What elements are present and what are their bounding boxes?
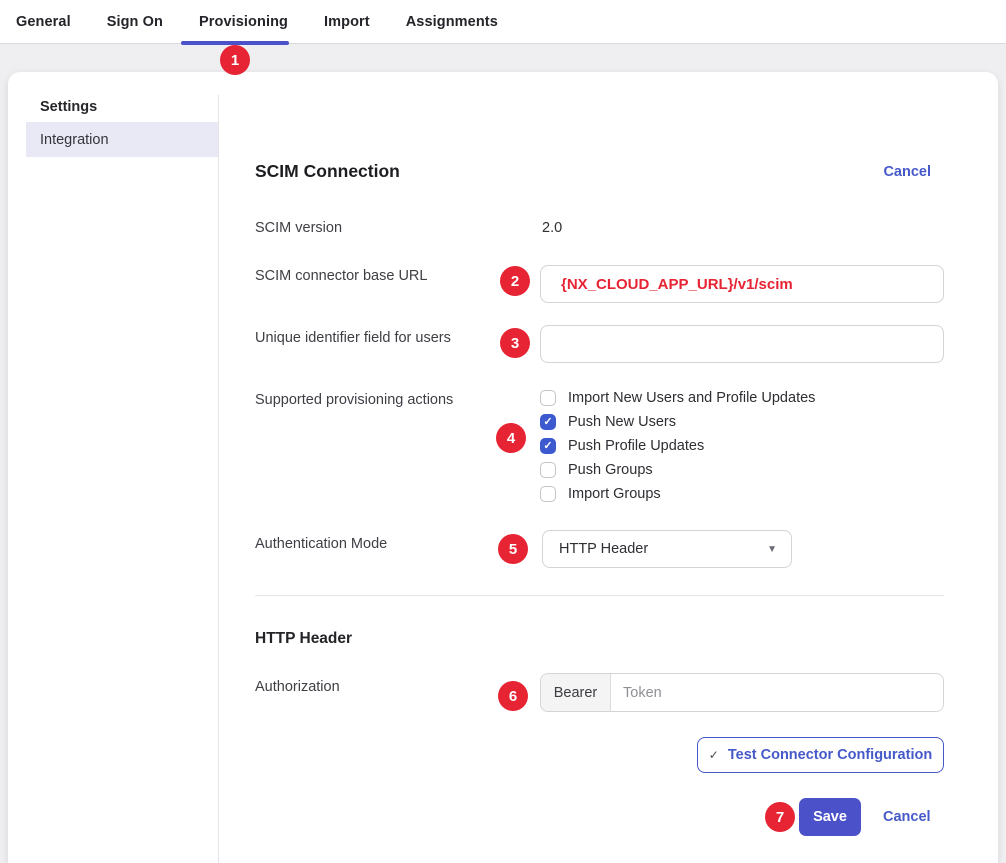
checkbox-push-profile-updates[interactable] — [540, 438, 556, 454]
cancel-link-top[interactable]: Cancel — [883, 164, 931, 180]
auth-mode-selected-value: HTTP Header — [559, 541, 648, 557]
sidebar-item-integration[interactable]: Integration — [26, 122, 218, 157]
token-input[interactable] — [611, 674, 943, 711]
tab-assignments[interactable]: Assignments — [406, 14, 498, 30]
cancel-link-bottom[interactable]: Cancel — [883, 809, 931, 825]
provisioning-panel: Settings Integration SCIM Connection Can… — [8, 72, 998, 863]
annotation-badge-6: 6 — [498, 681, 528, 711]
annotation-badge-7: 7 — [765, 802, 795, 832]
checkbox-row-push-groups[interactable]: Push Groups — [540, 462, 815, 478]
checkbox-label: Push Profile Updates — [568, 438, 704, 454]
checkbox-label: Push New Users — [568, 414, 676, 430]
sidebar-divider — [218, 95, 219, 863]
checkbox-row-push-profile-updates[interactable]: Push Profile Updates — [540, 438, 815, 454]
checkbox-import-new-users[interactable] — [540, 390, 556, 406]
annotation-badge-2: 2 — [500, 266, 530, 296]
section-divider — [255, 595, 944, 596]
provisioning-actions-group: Import New Users and Profile Updates Pus… — [540, 390, 815, 502]
checkbox-label: Push Groups — [568, 462, 653, 478]
checkbox-row-import-groups[interactable]: Import Groups — [540, 486, 815, 502]
page-title: SCIM Connection — [255, 161, 400, 182]
scim-version-value: 2.0 — [542, 220, 562, 236]
tab-sign-on[interactable]: Sign On — [107, 14, 163, 30]
checkbox-push-new-users[interactable] — [540, 414, 556, 430]
sidebar-section-settings: Settings — [40, 99, 97, 115]
annotation-badge-4: 4 — [496, 423, 526, 453]
test-connector-configuration-button[interactable]: ✓ Test Connector Configuration — [697, 737, 944, 773]
authorization-label: Authorization — [255, 679, 340, 695]
annotation-badge-1: 1 — [220, 45, 250, 75]
checkbox-push-groups[interactable] — [540, 462, 556, 478]
base-url-input[interactable] — [540, 265, 944, 303]
bearer-prefix: Bearer — [541, 674, 611, 711]
save-button[interactable]: Save — [799, 798, 861, 836]
tab-provisioning[interactable]: Provisioning — [199, 14, 288, 30]
http-header-section-title: HTTP Header — [255, 630, 352, 648]
actions-label: Supported provisioning actions — [255, 392, 453, 408]
checkbox-row-import-new-users[interactable]: Import New Users and Profile Updates — [540, 390, 815, 406]
base-url-label: SCIM connector base URL — [255, 268, 427, 284]
scim-version-label: SCIM version — [255, 220, 342, 236]
test-connector-button-label: Test Connector Configuration — [728, 747, 932, 763]
checkbox-label: Import New Users and Profile Updates — [568, 390, 815, 406]
authorization-input-group: Bearer — [540, 673, 944, 712]
unique-id-input[interactable] — [540, 325, 944, 363]
tab-import[interactable]: Import — [324, 14, 370, 30]
chevron-down-icon: ▼ — [767, 544, 777, 555]
tab-general[interactable]: General — [16, 14, 71, 30]
annotation-badge-3: 3 — [500, 328, 530, 358]
annotation-badge-5: 5 — [498, 534, 528, 564]
sidebar-item-label: Integration — [40, 132, 109, 148]
checkbox-import-groups[interactable] — [540, 486, 556, 502]
auth-mode-select[interactable]: HTTP Header ▼ — [542, 530, 792, 568]
check-icon: ✓ — [709, 748, 719, 762]
checkbox-row-push-new-users[interactable]: Push New Users — [540, 414, 815, 430]
unique-id-label: Unique identifier field for users — [255, 330, 451, 346]
tab-bar: General Sign On Provisioning Import Assi… — [0, 0, 1006, 44]
auth-mode-label: Authentication Mode — [255, 536, 387, 552]
checkbox-label: Import Groups — [568, 486, 661, 502]
